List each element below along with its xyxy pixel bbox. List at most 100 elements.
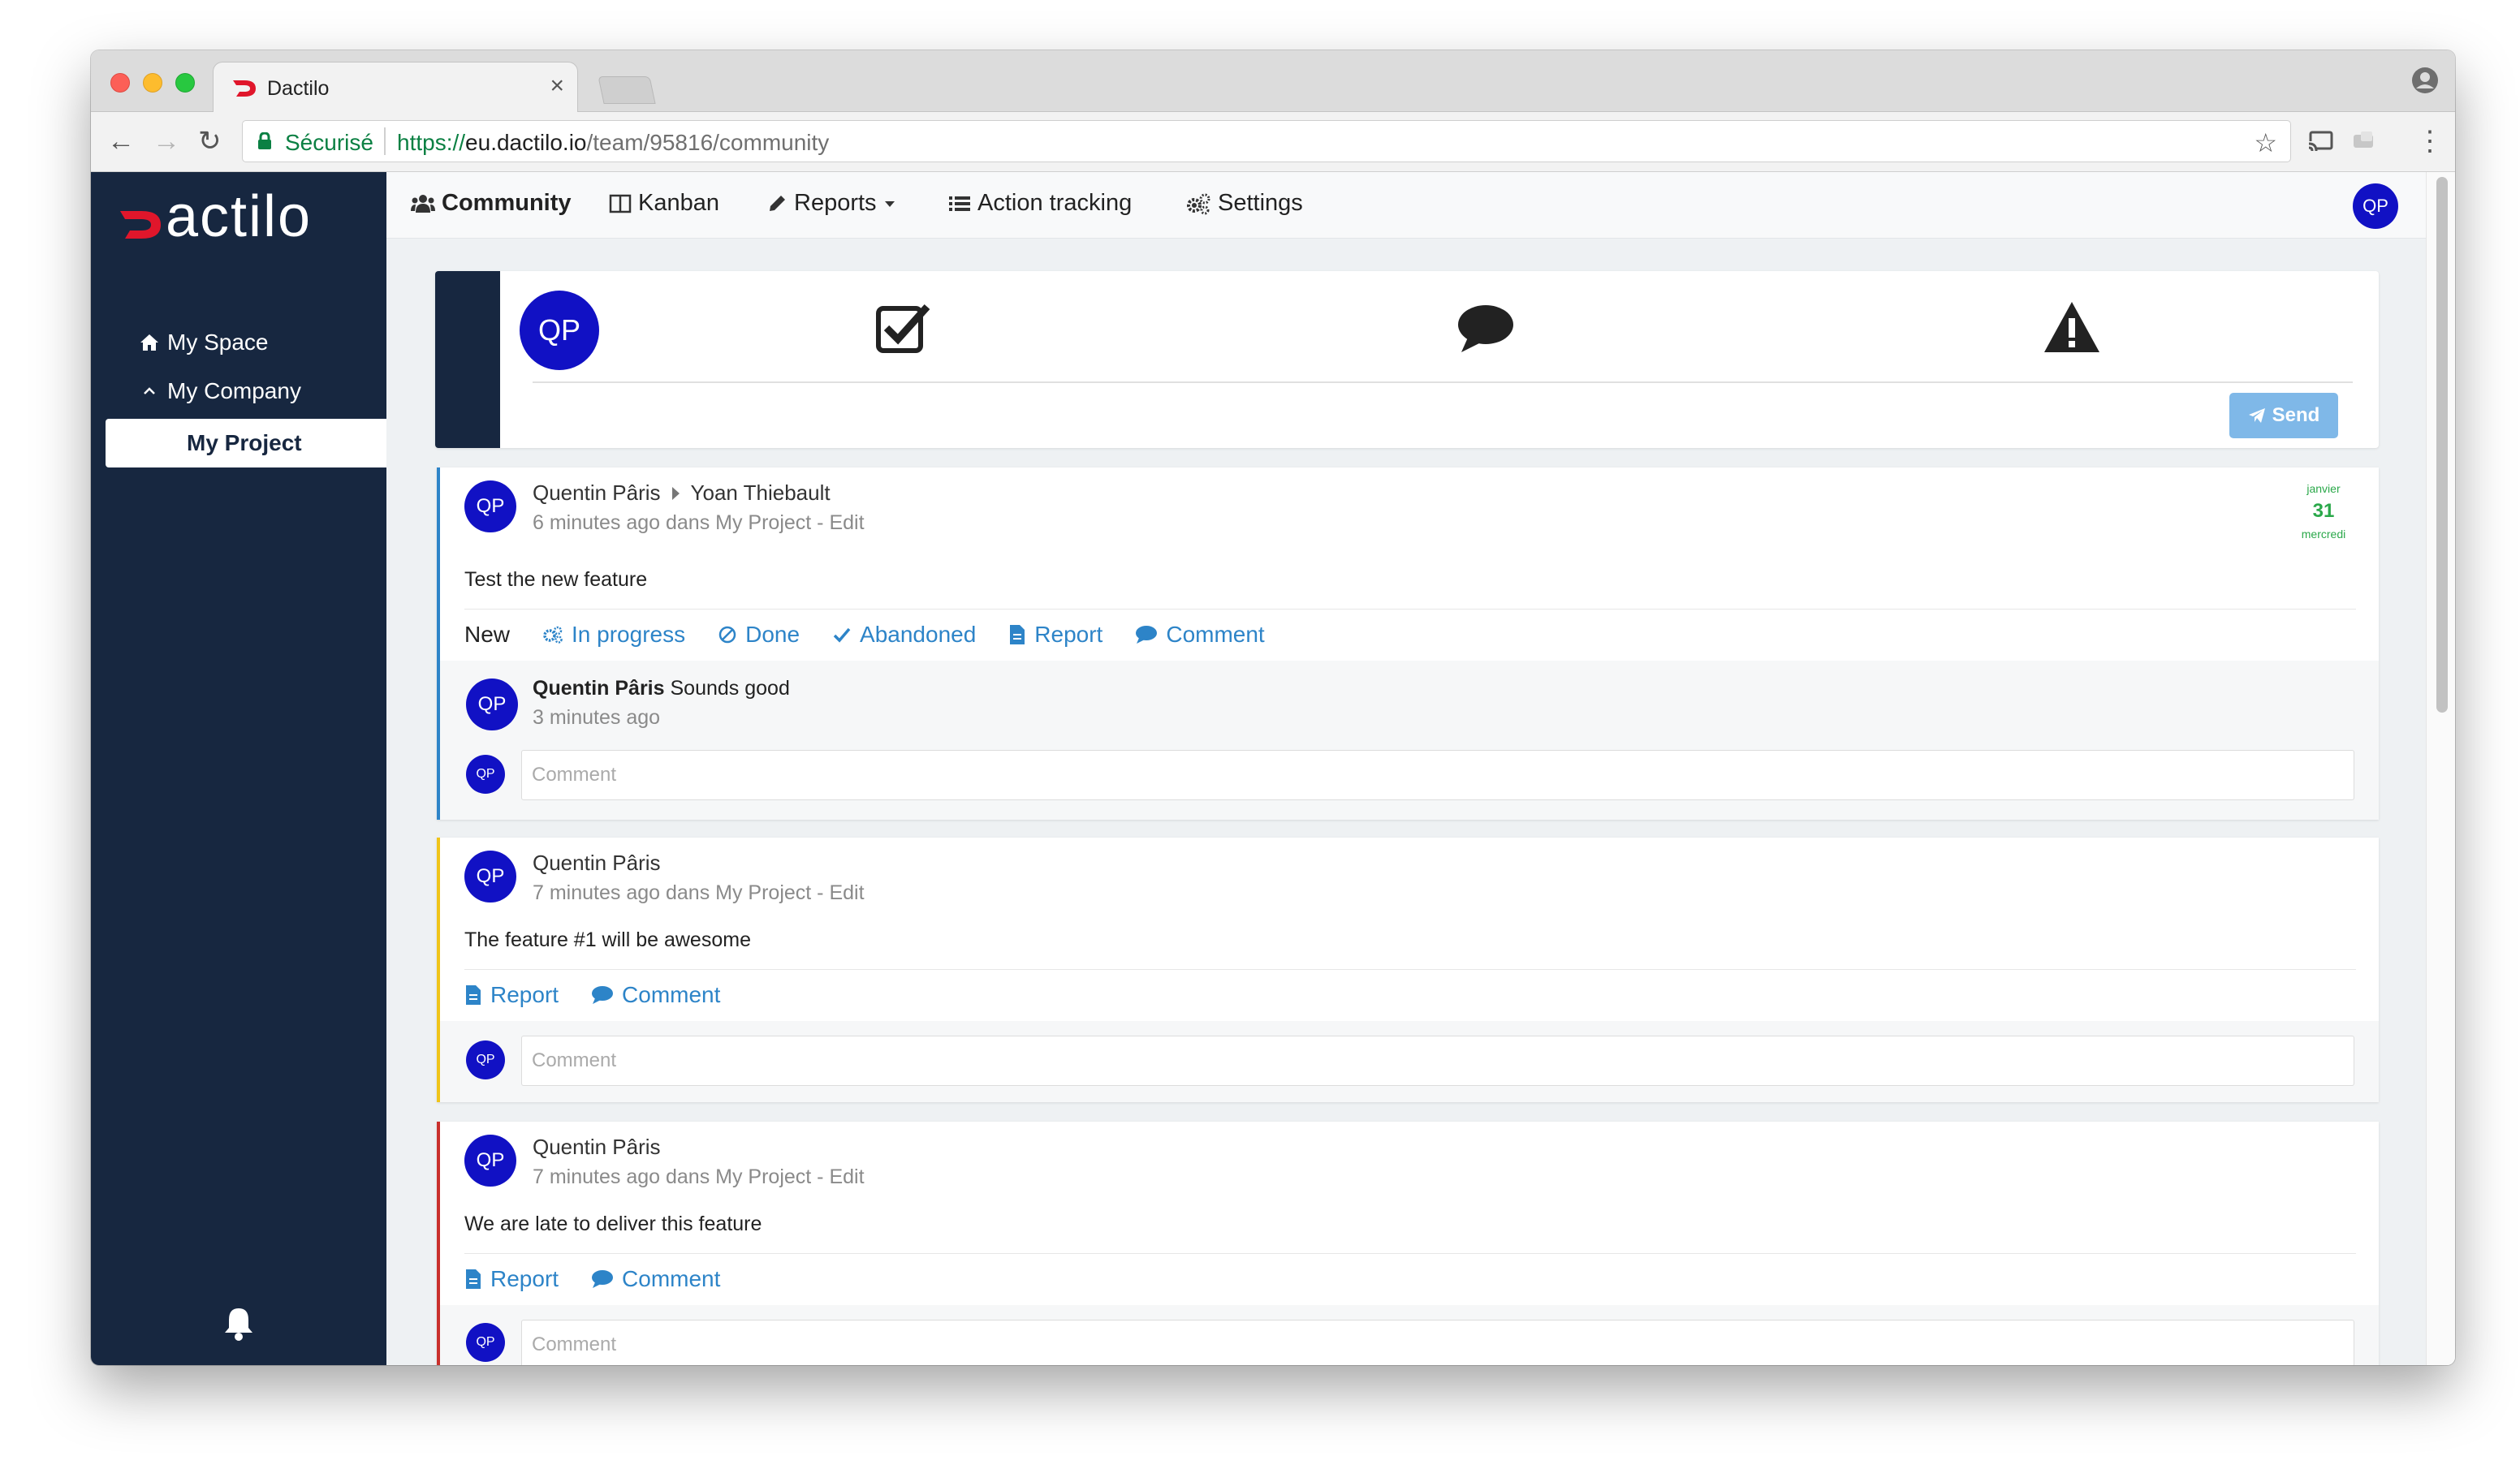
url-separator bbox=[384, 127, 386, 155]
user-avatar[interactable]: QP bbox=[2353, 183, 2398, 229]
page-scrollbar[interactable] bbox=[2426, 172, 2455, 1365]
comment-author[interactable]: Quentin Pâris bbox=[533, 677, 665, 700]
comment-input[interactable]: Comment bbox=[521, 750, 2354, 800]
comment-section: QP Quentin Pâris Sounds good 3 minutes a… bbox=[440, 661, 2379, 820]
post-meta: 7 minutes ago dans My Project - Edit bbox=[533, 1165, 865, 1188]
task-checkbox-icon[interactable] bbox=[874, 300, 932, 355]
top-navigation: Community Kanban Reports Action tracking… bbox=[386, 172, 2426, 239]
dactilo-d-icon bbox=[120, 211, 161, 239]
report-button[interactable]: Report bbox=[464, 1266, 559, 1292]
address-bar: ← → ↻ Sécurisé https://eu.dactilo.io/tea… bbox=[91, 112, 2455, 172]
send-button[interactable]: Send bbox=[2229, 393, 2338, 438]
comment-button[interactable]: Comment bbox=[591, 982, 720, 1008]
file-icon bbox=[1010, 625, 1025, 644]
comment-input-avatar: QP bbox=[466, 1040, 505, 1079]
browser-tab[interactable]: Dactilo × bbox=[213, 62, 578, 112]
comment-time: 3 minutes ago bbox=[533, 706, 661, 729]
tab-reports[interactable]: Reports bbox=[766, 190, 896, 217]
tab-action-tracking[interactable]: Action tracking bbox=[948, 190, 1132, 217]
author-name[interactable]: Quentin Pâris bbox=[533, 1135, 661, 1160]
comment-input[interactable]: Comment bbox=[521, 1036, 2354, 1086]
comment-input-avatar: QP bbox=[466, 755, 505, 794]
comment-section: QP Comment bbox=[440, 1305, 2379, 1365]
post-avatar[interactable]: QP bbox=[464, 1135, 516, 1187]
status-new-button[interactable]: New bbox=[464, 622, 510, 648]
status-done-button[interactable]: Done bbox=[718, 622, 800, 648]
bell-icon[interactable] bbox=[222, 1305, 255, 1341]
cast-icon[interactable] bbox=[2307, 130, 2335, 153]
action-label: Done bbox=[745, 622, 800, 647]
comment-button[interactable]: Comment bbox=[1135, 622, 1265, 648]
comment-button[interactable]: Comment bbox=[591, 1266, 720, 1292]
author-name[interactable]: Quentin Pâris bbox=[533, 851, 661, 876]
cogs-icon bbox=[543, 626, 563, 644]
warning-icon[interactable] bbox=[2043, 300, 2101, 355]
comment-avatar[interactable]: QP bbox=[466, 679, 518, 730]
action-label: New bbox=[464, 622, 511, 647]
post-author: Quentin Pâris Yoan Thiebault bbox=[533, 480, 831, 506]
report-button[interactable]: Report bbox=[1008, 622, 1102, 648]
browser-window: Dactilo × ← → ↻ Sécurisé https://eu.dact… bbox=[91, 50, 2455, 1365]
url-input[interactable]: Sécurisé https://eu.dactilo.io/team/9581… bbox=[242, 120, 2291, 162]
tab-kanban[interactable]: Kanban bbox=[609, 190, 719, 217]
post-divider bbox=[464, 1253, 2356, 1254]
tab-community[interactable]: Community bbox=[411, 190, 572, 217]
post-content: Test the new feature bbox=[464, 568, 648, 591]
report-button[interactable]: Report bbox=[464, 982, 559, 1008]
file-icon bbox=[466, 985, 481, 1005]
reload-icon[interactable]: ↻ bbox=[198, 127, 222, 156]
new-tab-button[interactable] bbox=[598, 76, 656, 104]
send-label: Send bbox=[2272, 404, 2320, 426]
tab-close-icon[interactable]: × bbox=[550, 72, 564, 100]
sidebar-item-my-company[interactable]: My Company bbox=[140, 378, 301, 404]
action-label: In progress bbox=[572, 622, 686, 647]
post-actions: Report Comment bbox=[464, 982, 720, 1008]
post-content: We are late to deliver this feature bbox=[464, 1213, 762, 1235]
post-card: QP Quentin Pâris Yoan Thiebault 6 minute… bbox=[437, 467, 2379, 820]
comment-input[interactable]: Comment bbox=[521, 1320, 2354, 1365]
file-icon bbox=[466, 1269, 481, 1289]
close-window-button[interactable] bbox=[110, 73, 130, 93]
post-actions: New In progress Done Abandoned Report Co… bbox=[464, 622, 1265, 648]
post-avatar[interactable]: QP bbox=[464, 480, 516, 532]
status-in-progress-button[interactable]: In progress bbox=[542, 622, 685, 648]
recipient-name[interactable]: Yoan Thiebault bbox=[691, 480, 831, 506]
author-name[interactable]: Quentin Pâris bbox=[533, 480, 661, 506]
app: actilo My Space My Company My Project Co… bbox=[91, 172, 2455, 1365]
url-host: eu.dactilo.io bbox=[465, 130, 587, 155]
menu-dots-icon[interactable]: ⋮ bbox=[2416, 127, 2444, 156]
maximize-window-button[interactable] bbox=[175, 73, 195, 93]
ban-icon bbox=[718, 626, 736, 644]
tab-label: Settings bbox=[1218, 190, 1303, 216]
composer-accent-bar bbox=[435, 271, 500, 448]
sidebar-item-my-project[interactable]: My Project bbox=[106, 419, 398, 467]
status-abandoned-button[interactable]: Abandoned bbox=[832, 622, 976, 648]
tab-label: Kanban bbox=[638, 190, 719, 216]
tab-settings[interactable]: Settings bbox=[1185, 190, 1303, 217]
tab-label: Community bbox=[442, 190, 572, 216]
post-avatar[interactable]: QP bbox=[464, 851, 516, 903]
comment-icon bbox=[592, 1270, 614, 1288]
scrollbar-thumb[interactable] bbox=[2436, 177, 2448, 713]
action-label: Comment bbox=[622, 982, 721, 1007]
tab-bar: Dactilo × bbox=[91, 50, 2455, 112]
composer-input-line[interactable] bbox=[533, 381, 2353, 383]
lock-icon bbox=[258, 132, 271, 149]
extension-icon[interactable] bbox=[2351, 130, 2379, 153]
back-arrow-icon[interactable]: ← bbox=[107, 127, 135, 156]
comment-bubble-icon[interactable] bbox=[1456, 300, 1515, 355]
comment-text: Sounds good bbox=[670, 677, 790, 700]
tab-label: Reports bbox=[794, 190, 877, 216]
minimize-window-button[interactable] bbox=[143, 73, 162, 93]
bookmark-star-icon[interactable]: ☆ bbox=[2254, 127, 2277, 158]
due-day: 31 bbox=[2312, 500, 2335, 522]
tab-label: Action tracking bbox=[977, 190, 1133, 216]
post-actions: Report Comment bbox=[464, 1266, 720, 1292]
users-icon bbox=[411, 194, 435, 213]
sidebar-item-my-space[interactable]: My Space bbox=[140, 330, 269, 355]
caret-down-icon bbox=[884, 200, 895, 207]
active-indicator bbox=[386, 432, 398, 455]
post-author: Quentin Pâris bbox=[533, 1135, 661, 1160]
forward-arrow-icon[interactable]: → bbox=[153, 127, 180, 156]
profile-icon[interactable] bbox=[2411, 67, 2439, 94]
